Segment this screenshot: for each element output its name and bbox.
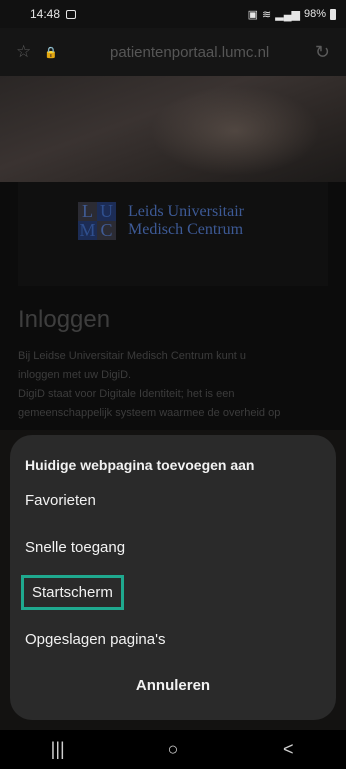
add-page-bottom-sheet: Huidige webpagina toevoegen aan Favoriet… [10,435,336,720]
reload-icon[interactable]: ↻ [315,42,330,63]
recent-apps-icon[interactable]: ||| [28,739,88,760]
lumc-logo: L U M C Leids Universitair Medisch Centr… [78,202,244,240]
bookmark-star-icon[interactable]: ☆ [16,42,40,62]
status-bar: 14:48 ▣ ≋ ▂▄▆ 98% [0,0,346,28]
option-favorieten[interactable]: Favorieten [25,492,96,509]
status-right: ▣ ≋ ▂▄▆ 98% [248,8,336,21]
intro-line: gemeenschappelijk systeem waarmee de ove… [18,407,281,419]
lock-icon: 🔒 [44,46,58,59]
option-opgeslagen-paginas[interactable]: Opgeslagen pagina's [25,631,165,648]
option-startscherm[interactable]: Startscherm [21,575,124,610]
intro-line: inloggen met uw DigiD. [18,369,132,381]
page-intro: Bij Leidse Universitair Medisch Centrum … [18,347,328,423]
photo-icon [66,9,77,19]
logo-text: Leids Universitair Medisch Centrum [128,203,244,239]
logo-letter-m: M [78,220,97,240]
logo-letter-c: C [97,221,116,240]
logo-letter-u: U [97,202,116,221]
intro-line: Bij Leidse Universitair Medisch Centrum … [18,350,247,362]
status-left: 14:48 [30,7,77,21]
hero-image [0,76,346,182]
browser-url-bar: ☆ 🔒 patientenportaal.lumc.nl ↻ [0,28,346,76]
url-text[interactable]: patientenportaal.lumc.nl [110,44,315,61]
status-time: 14:48 [30,7,61,21]
cancel-button[interactable]: Annuleren [10,677,336,694]
option-snelle-toegang[interactable]: Snelle toegang [25,539,125,556]
wifi-icon: ≋ [262,8,272,21]
home-icon[interactable]: ○ [143,739,203,760]
logo-line-1: Leids Universitair [128,203,244,220]
system-nav-bar: ||| ○ < [0,730,346,769]
back-icon[interactable]: < [258,739,318,760]
lumc-logo-mark: L U M C [78,202,116,240]
sim-icon: ▣ [247,8,259,21]
battery-percent: 98% [303,8,326,20]
phone-screen: 14:48 ▣ ≋ ▂▄▆ 98% ☆ 🔒 patientenportaal.l… [0,0,346,769]
logo-line-2: Medisch Centrum [128,221,244,238]
intro-line: DigiD staat voor Digitale Identiteit; he… [18,388,235,400]
logo-letter-l: L [78,202,97,221]
battery-icon [330,8,336,20]
logo-area: L U M C Leids Universitair Medisch Centr… [18,182,328,286]
signal-icon: ▂▄▆ [275,8,300,21]
hero-glow [150,86,320,176]
page-title: Inloggen [18,306,111,333]
sheet-title: Huidige webpagina toevoegen aan [25,457,255,473]
